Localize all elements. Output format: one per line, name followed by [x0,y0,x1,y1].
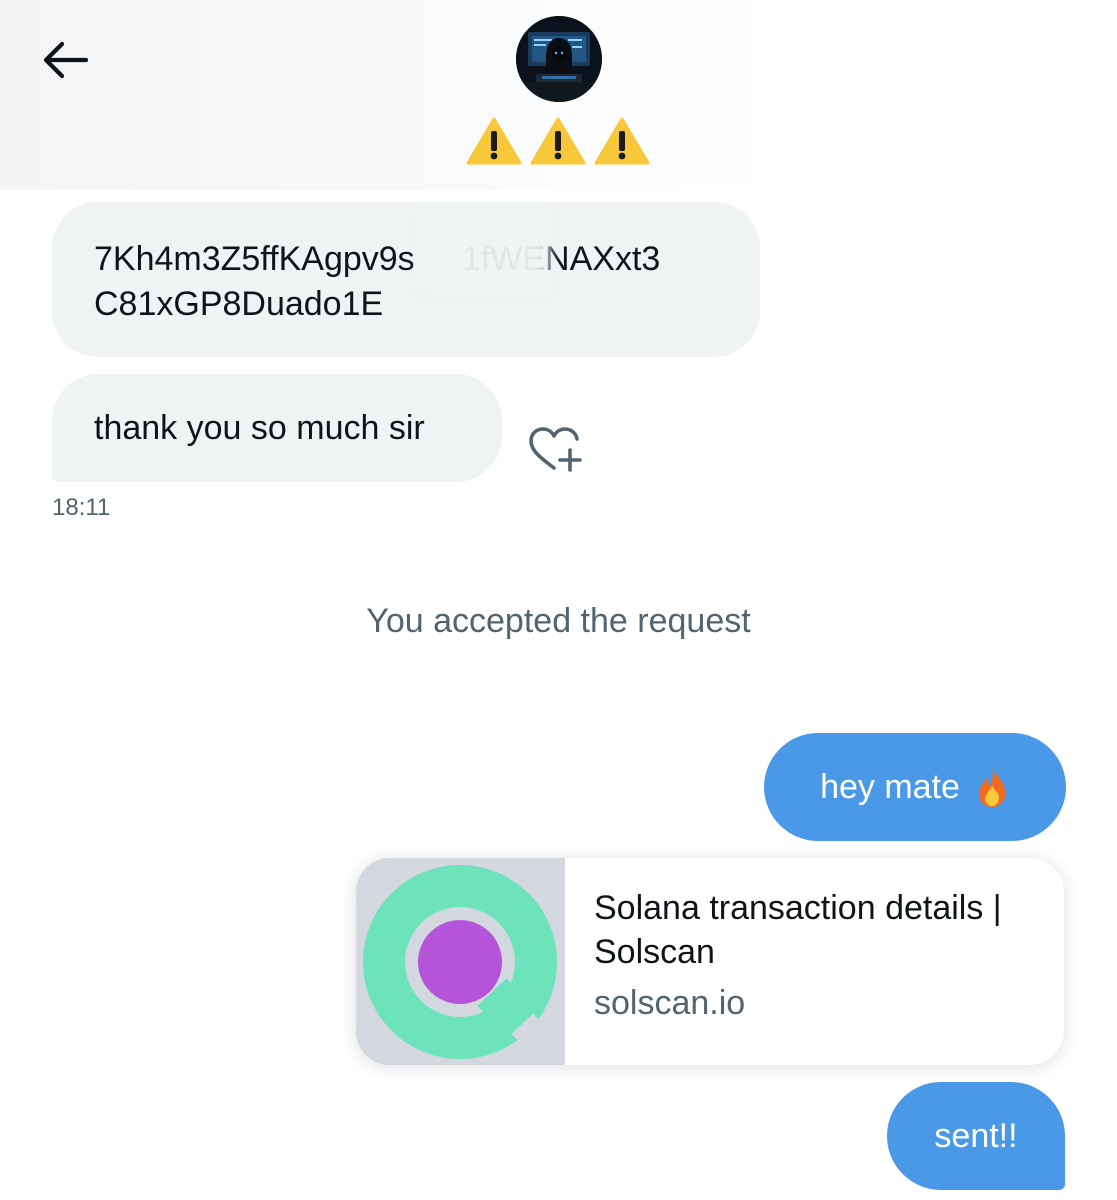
message-bubble-hey-mate[interactable]: hey mate [764,733,1066,841]
link-preview-domain: solscan.io [594,984,746,1022]
avatar[interactable] [516,16,602,102]
warning-icons-row [466,116,650,168]
message-timestamp: 18:11 [52,494,111,521]
conversation-header [0,0,1117,190]
warning-icon [466,117,522,165]
message-text-line: 7Kh4m3Z5ffKAgpv9s 1fWENAXxt3 [94,240,661,278]
message-text: thank you so much sir [94,409,425,447]
system-message: You accepted the request [366,602,751,640]
back-button[interactable] [34,30,94,90]
message-text: sent!! [934,1116,1018,1155]
message-text: hey mate [820,767,960,806]
warning-icon [530,117,586,165]
message-bubble-wallet-address[interactable]: 7Kh4m3Z5ffKAgpv9s 1fWENAXxt3 C81xGP8Duad… [52,202,760,357]
solscan-logo-icon [356,858,565,1065]
link-preview-card[interactable]: Solana transaction details | Solscan sol… [356,858,1064,1065]
hooded-figure-avatar-image [516,16,602,102]
back-arrow-icon [43,41,89,79]
fire-emoji-icon [978,767,1006,807]
link-preview-thumbnail [356,858,565,1065]
heart-plus-icon [529,427,582,472]
add-reaction-button[interactable] [526,424,586,476]
link-preview-title: Solana transaction details | Solscan [594,889,1002,971]
message-bubble-thanks[interactable]: thank you so much sir [52,374,502,482]
warning-icon [594,117,650,165]
redaction-blur [420,210,550,290]
message-text-line: C81xGP8Duado1E [94,285,384,323]
message-bubble-sent[interactable]: sent!! [887,1082,1065,1190]
